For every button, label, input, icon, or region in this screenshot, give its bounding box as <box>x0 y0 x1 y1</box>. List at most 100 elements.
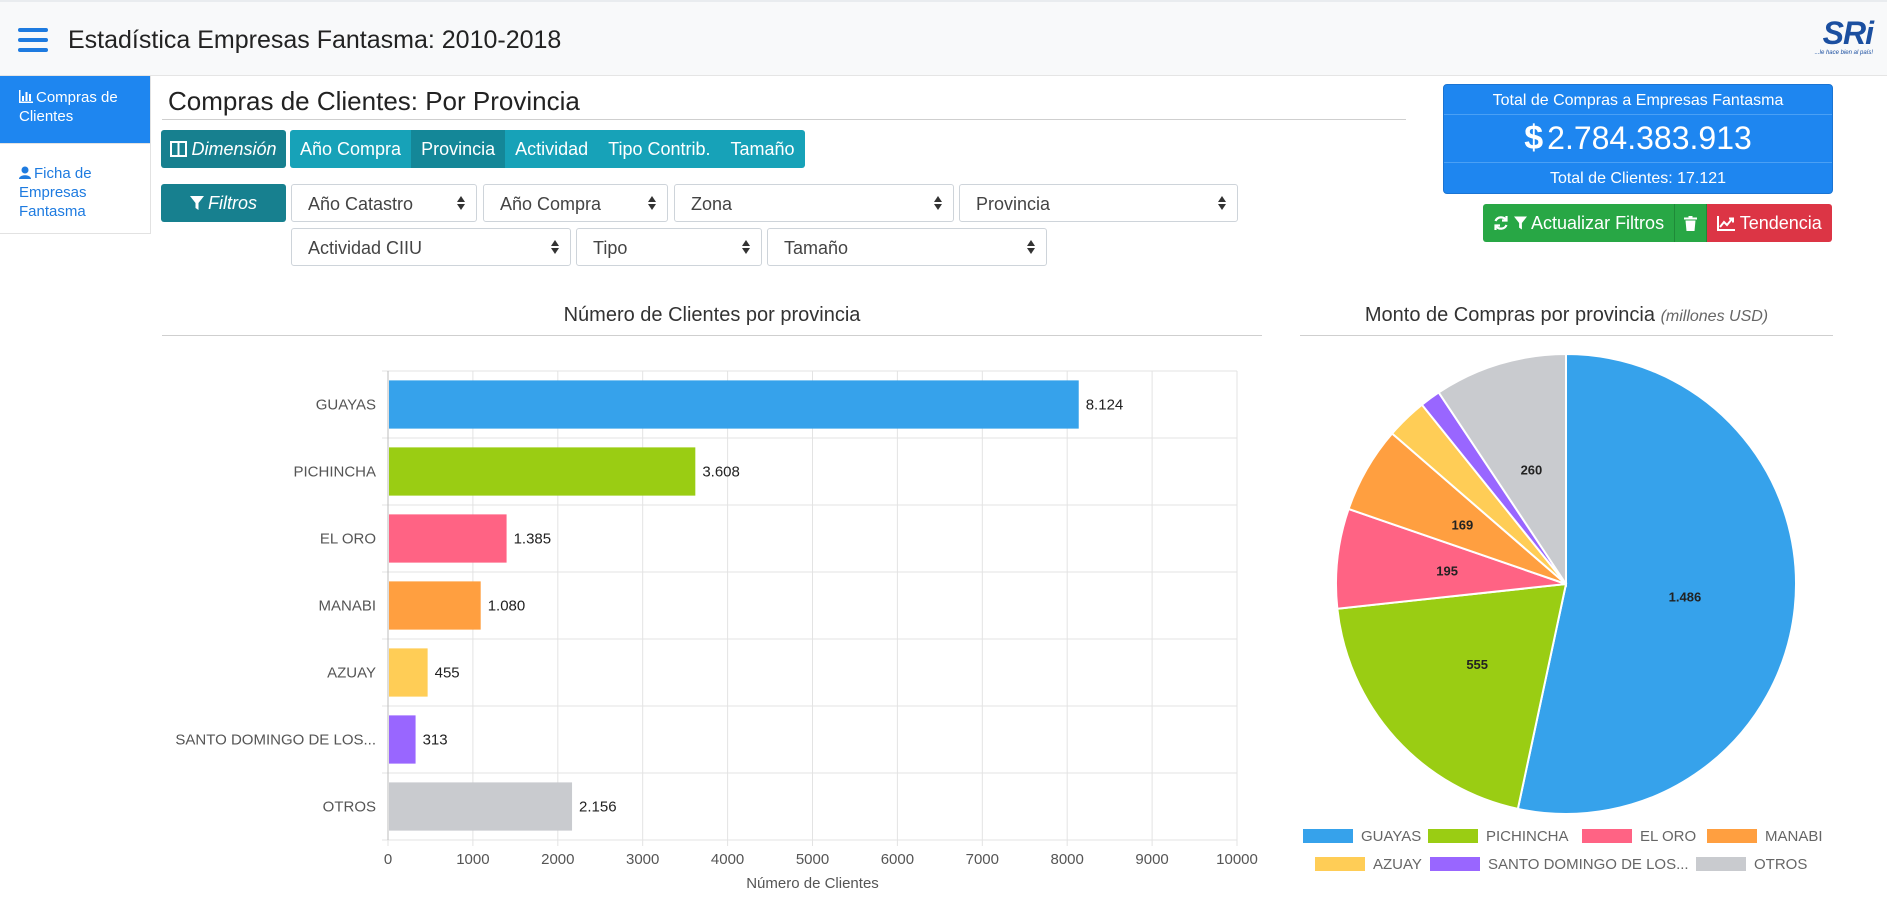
totals-amount-row: $2.784.383.913 <box>1444 115 1832 163</box>
bar-value-label: 313 <box>423 732 448 749</box>
select-provincia[interactable]: Provincia <box>959 184 1238 222</box>
app-title: Estadística Empresas Fantasma: 2010-2018 <box>68 26 562 54</box>
sidebar: Compras de Clientes Ficha de Empresas Fa… <box>0 76 151 234</box>
sort-arrows-icon <box>648 194 657 212</box>
legend-swatch <box>1707 829 1757 843</box>
x-tick-label: 1000 <box>456 851 489 868</box>
slice-value-label: 1.486 <box>1669 590 1702 605</box>
refresh-icon <box>1494 216 1508 230</box>
x-tick-label: 9000 <box>1135 851 1168 868</box>
legend-swatch <box>1315 857 1365 871</box>
dollar-icon: $ <box>1524 119 1544 157</box>
x-tick-label: 3000 <box>626 851 659 868</box>
filters-label: Filtros <box>208 192 257 213</box>
dimension-actividad[interactable]: Actividad <box>505 130 598 168</box>
x-tick-label: 4000 <box>711 851 744 868</box>
bar-value-label: 1.385 <box>514 531 552 548</box>
x-tick-label: 7000 <box>966 851 999 868</box>
menu-icon[interactable] <box>18 28 48 52</box>
filter-icon <box>1514 216 1528 230</box>
x-tick-label: 6000 <box>881 851 914 868</box>
select-ano-compra[interactable]: Año Compra <box>483 184 668 222</box>
x-tick-label: 10000 <box>1216 851 1258 868</box>
logo-tagline: ...le hace bien al país! <box>1814 50 1873 56</box>
bar-value-label: 455 <box>435 665 460 682</box>
dimension-ano-compra[interactable]: Año Compra <box>290 130 411 168</box>
select-zona[interactable]: Zona <box>674 184 954 222</box>
bar <box>389 648 428 697</box>
legend-swatch <box>1428 829 1478 843</box>
select-value: Provincia <box>976 194 1051 214</box>
bar <box>389 514 507 563</box>
filter-icon <box>190 195 204 210</box>
totals-amount: 2.784.383.913 <box>1547 120 1752 156</box>
x-tick-label: 2000 <box>541 851 574 868</box>
select-tipo[interactable]: Tipo <box>576 228 762 266</box>
sri-logo: SRi ...le hace bien al país! <box>1811 15 1874 64</box>
divider <box>162 335 1262 336</box>
bar-value-label: 2.156 <box>579 799 617 816</box>
trash-icon <box>1684 216 1698 231</box>
legend-swatch <box>1430 857 1480 871</box>
dimension-button[interactable]: Dimensión <box>161 130 286 168</box>
clear-filters-button[interactable] <box>1675 204 1708 242</box>
totals-clients: Total de Clientes: 17.121 <box>1549 170 1727 187</box>
filters-button[interactable]: Filtros <box>161 184 286 222</box>
dimension-tamano[interactable]: Tamaño <box>721 130 805 168</box>
bar-value-label: 8.124 <box>1086 397 1124 414</box>
divider <box>162 119 1406 120</box>
legend-label: GUAYAS <box>1361 828 1421 845</box>
select-value: Actividad CIIU <box>308 238 423 258</box>
sort-arrows-icon <box>551 238 560 256</box>
pie-chart-title: Monto de Compras por provincia <box>1364 304 1655 326</box>
sort-arrows-icon <box>1027 238 1036 256</box>
trend-button[interactable]: Tendencia <box>1707 204 1832 242</box>
legend-label: SANTO DOMINGO DE LOS... <box>1488 856 1689 873</box>
sidebar-item-label: Compras de Clientes <box>19 89 118 125</box>
x-tick-label: 5000 <box>796 851 829 868</box>
bar <box>389 380 1079 429</box>
slice-value-label: 195 <box>1436 564 1458 579</box>
dimension-provincia[interactable]: Provincia <box>411 130 506 168</box>
slice-value-label: 169 <box>1452 517 1474 532</box>
y-tick-label: EL ORO <box>320 531 376 548</box>
columns-icon <box>170 141 188 157</box>
slice-value-label: 260 <box>1521 463 1543 478</box>
dimension-tipo-contrib[interactable]: Tipo Contrib. <box>598 130 720 168</box>
sort-arrows-icon <box>742 238 751 256</box>
legend-swatch <box>1582 829 1632 843</box>
bar-value-label: 3.608 <box>702 464 740 481</box>
totals-label: Total de Compras a Empresas Fantasma <box>1444 85 1832 115</box>
trend-label: Tendencia <box>1739 213 1822 233</box>
user-icon <box>19 166 31 179</box>
bar-chart-title: Número de Clientes por provincia <box>563 304 861 326</box>
select-value: Tipo <box>593 238 628 258</box>
legend-swatch <box>1303 829 1353 843</box>
legend-label: OTROS <box>1754 856 1807 873</box>
dimension-button-group: Año Compra Provincia Actividad Tipo Cont… <box>290 130 805 168</box>
top-navbar: Estadística Empresas Fantasma: 2010-2018… <box>0 0 1887 76</box>
legend-label: EL ORO <box>1640 828 1696 845</box>
update-filters-label: Actualizar Filtros <box>1531 213 1665 233</box>
update-filters-button[interactable]: Actualizar Filtros <box>1483 204 1676 242</box>
legend-label: AZUAY <box>1373 856 1422 873</box>
sidebar-item-ficha-empresas[interactable]: Ficha de Empresas Fantasma <box>0 144 151 234</box>
legend-label: PICHINCHA <box>1486 828 1569 845</box>
select-tamano[interactable]: Tamaño <box>767 228 1047 266</box>
x-tick-label: 8000 <box>1051 851 1084 868</box>
logo-text: SRi <box>1822 15 1874 51</box>
page-title: Compras de Clientes: Por Provincia <box>168 86 580 116</box>
divider <box>1300 335 1833 336</box>
y-tick-label: PICHINCHA <box>293 464 376 481</box>
bar <box>389 715 416 764</box>
legend-label: MANABI <box>1765 828 1823 845</box>
select-actividad-ciiu[interactable]: Actividad CIIU <box>291 228 571 266</box>
sidebar-item-compras-clientes[interactable]: Compras de Clientes <box>0 76 151 144</box>
totals-card: Total de Compras a Empresas Fantasma $2.… <box>1443 84 1833 194</box>
x-tick-label: 0 <box>384 851 392 868</box>
y-tick-label: OTROS <box>323 799 376 816</box>
select-ano-catastro[interactable]: Año Catastro <box>291 184 477 222</box>
y-tick-label: MANABI <box>318 598 376 615</box>
select-value: Zona <box>691 194 733 214</box>
select-value: Año Compra <box>500 194 602 214</box>
